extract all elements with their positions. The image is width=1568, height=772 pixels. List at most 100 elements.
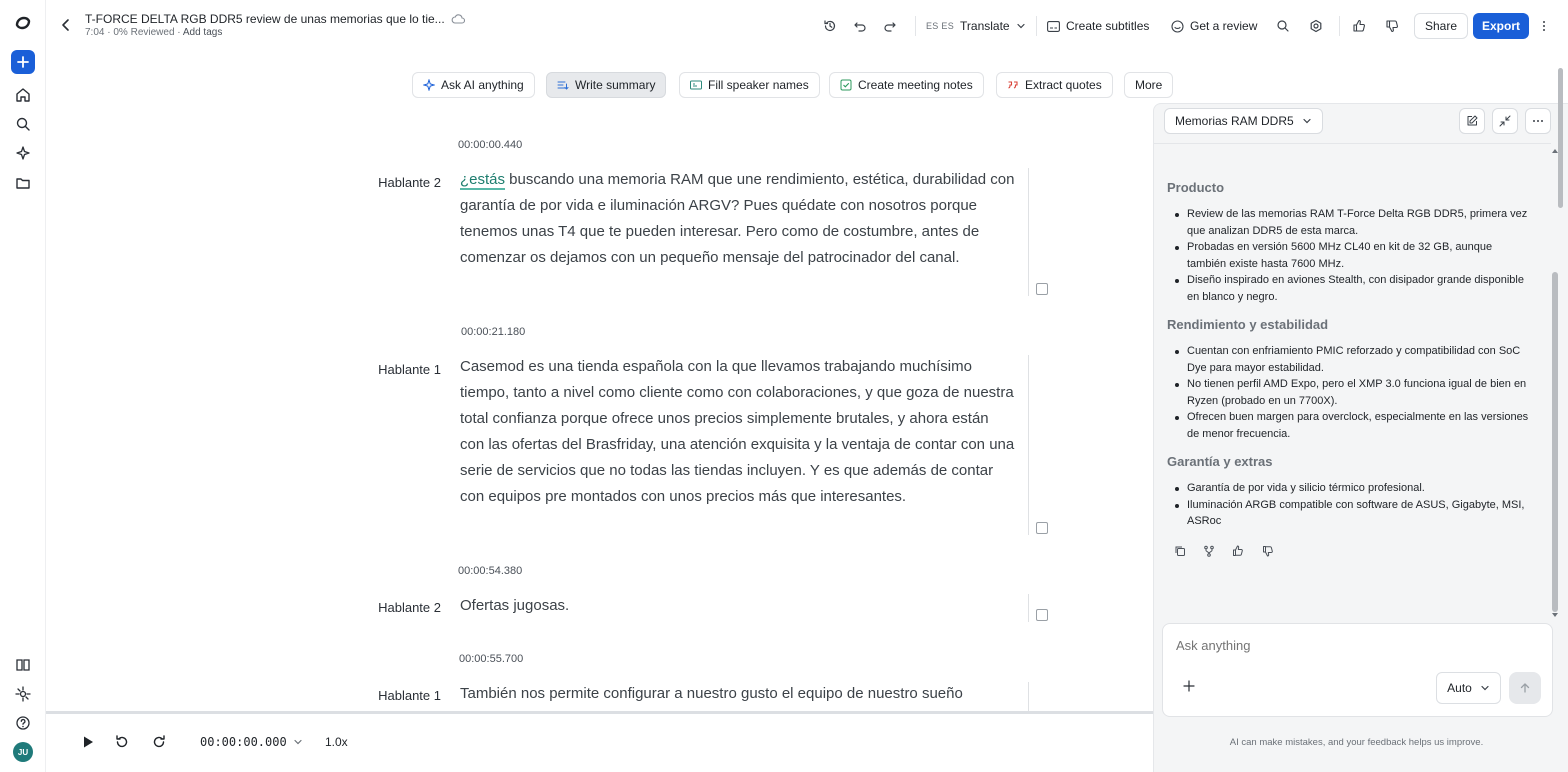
history-icon[interactable] — [821, 17, 839, 35]
summary-section-heading: Rendimiento y estabilidad — [1167, 317, 1329, 332]
back-arrow-icon[interactable] — [58, 17, 74, 33]
ai-side-panel: Memorias RAM DDR5 Producto Review de las… — [1153, 103, 1568, 772]
playback-time[interactable]: 00:00:00.000 — [200, 735, 303, 749]
speaker-label[interactable]: Hablante 2 — [331, 175, 441, 190]
duration-text: 7:04 — [85, 27, 105, 38]
segment-divider — [1028, 594, 1029, 622]
app-logo-icon[interactable] — [13, 13, 33, 33]
playback-time-value: 00:00:00.000 — [200, 735, 287, 749]
id-card-icon — [690, 80, 702, 90]
share-button[interactable]: Share — [1414, 13, 1468, 39]
ask-ai-chip[interactable]: Ask AI anything — [412, 72, 535, 98]
folder-icon[interactable] — [13, 173, 33, 193]
transcript-paragraph[interactable]: ¿estás buscando una memoria RAM que une … — [460, 167, 1015, 271]
transcript-paragraph[interactable]: Ofertas jugosas. — [460, 593, 1015, 619]
write-summary-label: Write summary — [575, 78, 656, 92]
new-item-button[interactable] — [11, 50, 35, 74]
summary-list: Review de las memorias RAM T-Force Delta… — [1167, 206, 1532, 305]
list-item: No tienen perfil AMD Expo, pero el XMP 3… — [1167, 376, 1532, 409]
document-title[interactable]: T-FORCE DELTA RGB DDR5 review de unas me… — [85, 12, 445, 26]
more-vertical-icon[interactable] — [1539, 17, 1549, 35]
summary-list: Cuentan con enfriamiento PMIC reforzado … — [1167, 343, 1532, 442]
add-tags-link[interactable]: Add tags — [183, 27, 222, 38]
create-meeting-notes-chip[interactable]: Create meeting notes — [829, 72, 984, 98]
user-avatar[interactable]: JU — [13, 742, 33, 762]
send-button[interactable] — [1509, 672, 1541, 704]
list-item: Review de las memorias RAM T-Force Delta… — [1167, 206, 1532, 239]
play-icon[interactable] — [80, 734, 98, 752]
divider — [1339, 16, 1340, 36]
search-icon[interactable] — [13, 114, 33, 134]
transcript-paragraph[interactable]: Casemod es una tienda española con la qu… — [460, 354, 1015, 510]
more-horizontal-icon[interactable] — [1525, 108, 1551, 134]
translate-button[interactable]: ES ES Translate — [926, 14, 1026, 38]
get-review-button[interactable]: Get a review — [1171, 14, 1257, 38]
list-item: Iluminación ARGB compatible con software… — [1167, 497, 1532, 530]
thumbs-up-icon[interactable] — [1232, 545, 1246, 559]
attach-plus-icon[interactable] — [1183, 680, 1197, 694]
summary-icon — [557, 81, 569, 90]
export-button[interactable]: Export — [1473, 13, 1529, 39]
rewind-icon[interactable] — [114, 734, 132, 752]
highlighted-word[interactable]: ¿estás — [460, 171, 506, 190]
language-code: ES ES — [926, 21, 955, 31]
integrations-icon[interactable] — [13, 684, 33, 704]
timestamp[interactable]: 00:00:54.380 — [458, 565, 522, 577]
quote-icon — [1008, 81, 1018, 89]
ask-composer: Auto — [1162, 623, 1553, 717]
create-subtitles-button[interactable]: Create subtitles — [1047, 14, 1149, 38]
collapse-icon[interactable] — [1492, 108, 1518, 134]
copy-icon[interactable] — [1174, 545, 1188, 559]
summary-list: Garantía de por vida y silicio térmico p… — [1167, 480, 1532, 530]
transcript-paragraph[interactable]: También nos permite configurar a nuestro… — [460, 681, 1015, 711]
divider — [915, 16, 916, 36]
ai-sparkle-icon — [423, 79, 435, 91]
extract-quotes-label: Extract quotes — [1025, 78, 1102, 92]
page-scrollbar[interactable] — [1557, 52, 1565, 712]
edit-icon[interactable] — [1459, 108, 1485, 134]
thumbs-down-icon[interactable] — [1383, 17, 1401, 35]
ask-input[interactable] — [1176, 638, 1476, 653]
fill-speaker-names-chip[interactable]: Fill speaker names — [679, 72, 820, 98]
thumbs-up-icon[interactable] — [1350, 17, 1368, 35]
timestamp[interactable]: 00:00:55.700 — [459, 653, 523, 665]
ai-sparkle-icon[interactable] — [13, 143, 33, 163]
segment-checkbox[interactable] — [1036, 609, 1048, 621]
timestamp[interactable]: 00:00:00.440 — [458, 139, 522, 151]
settings-icon[interactable] — [1307, 17, 1325, 35]
list-item: Probadas en versión 5600 MHz CL40 en kit… — [1167, 239, 1532, 272]
book-icon[interactable] — [13, 655, 33, 675]
write-summary-chip[interactable]: Write summary — [546, 72, 667, 98]
speaker-label[interactable]: Hablante 1 — [331, 688, 441, 703]
thumbs-down-icon[interactable] — [1262, 545, 1276, 559]
search-icon[interactable] — [1274, 17, 1292, 35]
smile-icon — [1171, 19, 1184, 33]
left-rail: JU — [0, 0, 46, 772]
more-chip[interactable]: More — [1124, 72, 1174, 98]
speaker-label[interactable]: Hablante 2 — [331, 600, 441, 615]
help-icon[interactable] — [13, 713, 33, 733]
forward-icon[interactable] — [151, 734, 169, 752]
scrollbar-thumb[interactable] — [1558, 68, 1563, 208]
undo-icon[interactable] — [851, 17, 869, 35]
speaker-label[interactable]: Hablante 1 — [331, 362, 441, 377]
chevron-down-icon — [294, 739, 302, 745]
ai-disclaimer: AI can make mistakes, and your feedback … — [1229, 737, 1484, 748]
get-review-label: Get a review — [1190, 19, 1258, 33]
segment-checkbox[interactable] — [1036, 283, 1048, 295]
list-item: Diseño inspirado en aviones Stealth, con… — [1167, 272, 1532, 305]
list-item: Ofrecen buen margen para overclock, espe… — [1167, 409, 1532, 442]
model-mode-select[interactable]: Auto — [1436, 672, 1501, 704]
segment-divider — [1028, 682, 1029, 711]
panel-header: Memorias RAM DDR5 — [1154, 104, 1551, 144]
branch-icon[interactable] — [1203, 545, 1217, 559]
home-icon[interactable] — [13, 85, 33, 105]
chevron-down-icon — [1016, 23, 1025, 29]
summary-section-heading: Garantía y extras — [1167, 454, 1273, 469]
segment-checkbox[interactable] — [1036, 522, 1048, 534]
extract-quotes-chip[interactable]: Extract quotes — [996, 72, 1113, 98]
timestamp[interactable]: 00:00:21.180 — [461, 326, 525, 338]
redo-icon[interactable] — [881, 17, 899, 35]
topic-select[interactable]: Memorias RAM DDR5 — [1164, 108, 1323, 134]
playback-speed[interactable]: 1.0x — [325, 735, 348, 749]
